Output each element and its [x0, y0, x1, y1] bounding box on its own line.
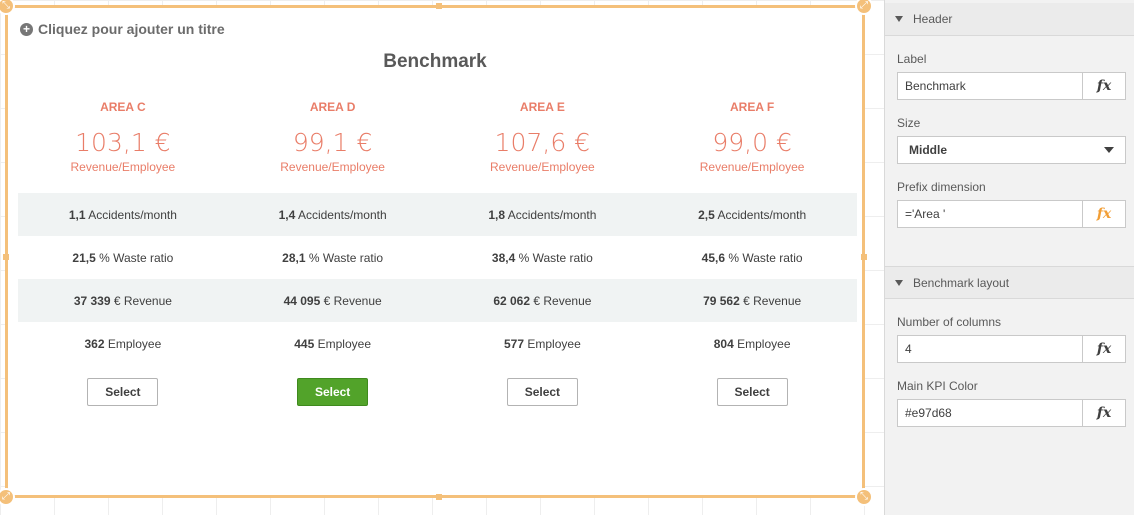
label-caption: Label: [897, 52, 927, 66]
select-button-area-d[interactable]: Select: [297, 378, 369, 406]
size-dropdown[interactable]: Middle: [897, 136, 1126, 164]
main-kpi-label: Revenue/Employee: [699, 160, 805, 174]
resize-handle-bottom-right[interactable]: ⤡: [855, 488, 873, 506]
benchmark-object[interactable]: ⤡ ⤢ ⤢ ⤡ + Cliquez pour ajouter un titre …: [0, 0, 873, 506]
kpi-row-accidents: 1,1 Accidents/month 1,4 Accidents/month …: [18, 193, 857, 236]
kpi-row-waste: 21,5 % Waste ratio 28,1 % Waste ratio 38…: [18, 236, 857, 279]
resize-handle-top[interactable]: [436, 3, 442, 9]
fx-expression-button[interactable]: fx: [1083, 72, 1126, 100]
columns-input[interactable]: [897, 335, 1083, 363]
kpi-cell: 1,8 Accidents/month: [488, 207, 597, 222]
kpi-cell: 44 095 € Revenue: [283, 293, 382, 308]
fx-expression-button[interactable]: fx: [1083, 399, 1126, 427]
label-field: fx: [897, 72, 1126, 100]
add-title-text: Cliquez pour ajouter un titre: [38, 21, 225, 37]
select-buttons: Select Select Select Select: [18, 378, 857, 406]
size-caption: Size: [897, 116, 921, 130]
kpi-color-input[interactable]: [897, 399, 1083, 427]
select-button-area-e[interactable]: Select: [506, 378, 578, 406]
properties-panel: Header Label fx Size Middle Prefix dimen…: [884, 0, 1134, 515]
area-column: AREA C 103,1 € Revenue/Employee: [18, 96, 228, 176]
section-header-benchmark-layout[interactable]: Benchmark layout: [885, 266, 1134, 299]
section-title: Benchmark layout: [913, 275, 1010, 290]
caret-down-icon: [895, 16, 903, 22]
button-wrap: Select: [647, 378, 857, 406]
kpi-row-revenue: 37 339 € Revenue 44 095 € Revenue 62 062…: [18, 279, 857, 322]
kpi-cell: 38,4 % Waste ratio: [491, 250, 593, 265]
fx-expression-button[interactable]: fx: [1083, 335, 1126, 363]
header-section-body: Label fx Size Middle Prefix dimension fx: [885, 52, 1134, 228]
add-title-prompt[interactable]: + Cliquez pour ajouter un titre: [20, 21, 225, 37]
main-kpi-value: 99,0 €: [712, 128, 792, 157]
fx-expression-button-active[interactable]: fx: [1083, 200, 1126, 228]
button-wrap: Select: [18, 378, 228, 406]
label-input[interactable]: [897, 72, 1083, 100]
kpi-cell: 45,6 % Waste ratio: [701, 250, 803, 265]
main-kpi-label: Revenue/Employee: [490, 160, 595, 174]
layout-section-body: Number of columns fx Main KPI Color fx: [885, 315, 1134, 427]
button-wrap: Select: [228, 378, 438, 406]
caret-down-icon: [895, 279, 903, 286]
kpi-cell: 577 Employee: [504, 336, 581, 351]
chevron-down-icon: [1104, 147, 1114, 153]
resize-handle-bottom[interactable]: [436, 494, 442, 500]
prefix-dimension-input[interactable]: [897, 200, 1083, 228]
color-field: fx: [897, 399, 1126, 427]
select-button-area-f[interactable]: Select: [716, 378, 788, 406]
main-kpi-value: 103,1 €: [75, 128, 171, 157]
section-header-header[interactable]: Header: [885, 3, 1134, 36]
resize-handle-right[interactable]: [861, 254, 867, 260]
area-name: AREA F: [730, 100, 775, 114]
prefix-field: fx: [897, 200, 1126, 228]
kpi-cell: 362 Employee: [84, 336, 162, 351]
resize-handle-left[interactable]: [3, 254, 9, 260]
prefix-caption: Prefix dimension: [897, 180, 986, 194]
main-kpi-value: 99,1 €: [292, 128, 373, 157]
area-column: AREA F 99,0 € Revenue/Employee: [647, 96, 857, 176]
kpi-cell: 445 Employee: [294, 336, 371, 351]
button-wrap: Select: [438, 378, 648, 406]
kpi-cell: 28,1 % Waste ratio: [282, 250, 384, 265]
color-caption: Main KPI Color: [897, 379, 978, 393]
size-selected-value: Middle: [909, 143, 947, 157]
kpi-cell: 1,1 Accidents/month: [68, 207, 177, 222]
main-kpi-label: Revenue/Employee: [70, 160, 176, 174]
main-kpi-label: Revenue/Employee: [280, 160, 385, 174]
kpi-cell: 62 062 € Revenue: [493, 293, 592, 308]
kpi-cell: 2,5 Accidents/month: [698, 207, 807, 222]
area-column: AREA D 99,1 € Revenue/Employee: [228, 96, 438, 176]
main-kpi-value: 107,6 €: [494, 128, 591, 157]
section-title: Header: [913, 12, 953, 26]
kpi-cell: 804 Employee: [713, 336, 791, 351]
benchmark-title: Benchmark: [383, 51, 487, 72]
kpi-cell: 21,5 % Waste ratio: [72, 250, 174, 265]
columns-caption: Number of columns: [897, 315, 1002, 329]
area-column: AREA E 107,6 € Revenue/Employee: [438, 96, 648, 176]
kpi-cell: 1,4 Accidents/month: [278, 207, 387, 222]
kpi-row-employee: 362 Employee 445 Employee 577 Employee 8…: [18, 322, 857, 365]
area-name: AREA E: [519, 100, 565, 114]
plus-circle-icon: +: [20, 22, 33, 36]
kpi-table: 1,1 Accidents/month 1,4 Accidents/month …: [18, 193, 857, 365]
resize-handle-top-left[interactable]: ⤡: [0, 0, 15, 15]
area-headers: AREA C 103,1 € Revenue/Employee AREA D 9…: [18, 96, 857, 176]
area-name: AREA C: [100, 100, 146, 114]
select-button-area-c[interactable]: Select: [87, 378, 159, 406]
kpi-cell: 37 339 € Revenue: [73, 293, 172, 308]
area-name: AREA D: [309, 100, 356, 114]
columns-field: fx: [897, 335, 1126, 363]
kpi-cell: 79 562 € Revenue: [703, 293, 802, 308]
